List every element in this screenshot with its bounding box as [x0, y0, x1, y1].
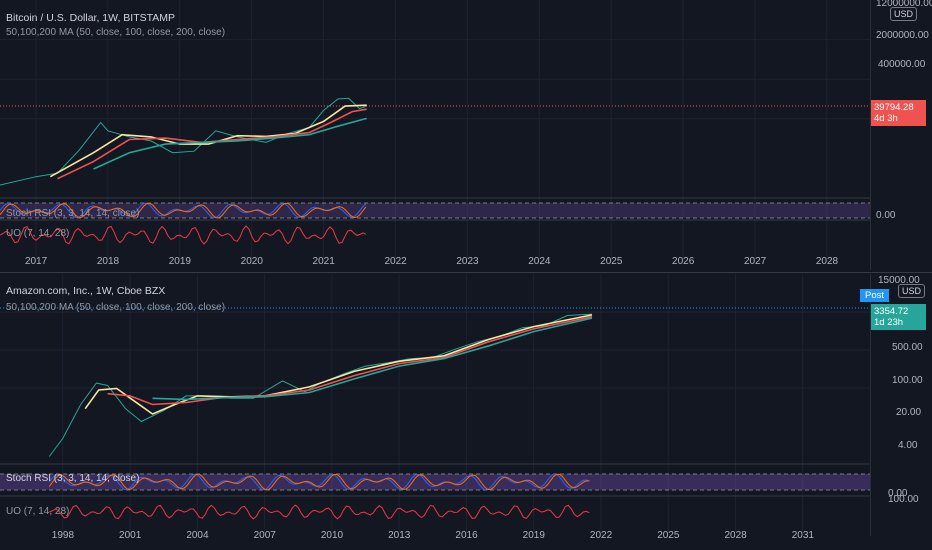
btc-currency-button[interactable]: USD	[890, 7, 918, 21]
btc-x-tick: 2028	[815, 256, 839, 267]
btc-x-tick: 2022	[384, 256, 407, 267]
amzn-y-tick: 20.00	[896, 407, 922, 418]
btc-countdown: 4d 3h	[874, 113, 898, 124]
amzn-last-price: 3354.72	[874, 306, 909, 317]
amzn-stochrsi-legend: Stoch RSI (3, 3, 14, 14, close)	[6, 473, 140, 484]
amzn-title: Amazon.com, Inc., 1W, Cboe BZX	[6, 285, 166, 297]
btc-stoch-level: 0.00	[876, 210, 896, 221]
btc-chart-svg[interactable]	[0, 0, 870, 270]
amzn-x-tick: 2007	[253, 530, 276, 541]
amzn-x-tick: 2016	[455, 530, 478, 541]
amzn-x-tick: 2004	[186, 530, 209, 541]
btc-last-price-tag: 39794.28 4d 3h	[871, 100, 926, 126]
amzn-x-tick: 2010	[320, 530, 344, 541]
amzn-x-tick: 2022	[589, 530, 613, 541]
btc-series-price	[0, 97, 367, 186]
btc-y-tick: 2000000.00	[876, 30, 929, 41]
btc-x-tick: 2024	[528, 256, 551, 267]
btc-x-tick: 2023	[456, 256, 479, 267]
btc-last-price: 39794.28	[874, 102, 914, 113]
btc-x-tick: 2025	[600, 256, 623, 267]
btc-x-tick: 2019	[168, 256, 191, 267]
btc-series-ma200	[93, 117, 367, 170]
amzn-x-tick: 2025	[657, 530, 680, 541]
btc-stochrsi-legend: Stoch RSI (3, 3, 14, 14, close)	[6, 208, 140, 219]
amzn-chart-svg[interactable]	[0, 274, 870, 550]
btc-uo-legend: UO (7, 14, 28)	[6, 228, 70, 239]
amzn-x-tick: 2019	[522, 530, 545, 541]
amzn-y-tick: 500.00	[892, 342, 923, 353]
pane-separator[interactable]	[0, 272, 932, 273]
btc-y-tick: 12000000.00	[876, 0, 932, 9]
btc-x-tick: 2027	[743, 256, 767, 267]
btc-title: Bitcoin / U.S. Dollar, 1W, BITSTAMP	[6, 12, 176, 24]
amzn-currency-button[interactable]: USD	[898, 284, 926, 298]
amzn-x-tick: 2031	[791, 530, 814, 541]
btc-x-tick: 2026	[672, 256, 695, 267]
amzn-uo-legend: UO (7, 14, 28)	[6, 506, 70, 517]
amzn-last-price-tag: 3354.72 1d 23h	[871, 304, 926, 330]
btc-chart-pane[interactable]	[0, 0, 870, 270]
amzn-countdown: 1d 23h	[874, 317, 904, 328]
amzn-x-tick: 1998	[51, 530, 75, 541]
amzn-chart-pane[interactable]	[0, 274, 870, 550]
btc-x-tick: 2018	[96, 256, 120, 267]
btc-x-tick: 2021	[312, 256, 335, 267]
amzn-uo-level: 100.00	[888, 494, 919, 505]
btc-x-tick: 2017	[24, 256, 48, 267]
btc-ma-legend: 50,100,200 MA (50, close, 100, close, 20…	[6, 27, 226, 38]
post-market-badge: Post	[860, 289, 890, 302]
amzn-y-tick: 4.00	[898, 440, 918, 451]
amzn-x-tick: 2001	[119, 530, 142, 541]
amzn-x-tick: 2028	[724, 530, 747, 541]
btc-x-tick: 2020	[240, 256, 263, 267]
amzn-y-tick: 100.00	[892, 375, 923, 386]
btc-series-ma100	[57, 108, 367, 180]
btc-y-tick: 400000.00	[878, 59, 926, 70]
amzn-ma-legend: 50,100,200 MA (50, close, 100, close, 20…	[6, 302, 226, 313]
amzn-x-tick: 2013	[388, 530, 411, 541]
